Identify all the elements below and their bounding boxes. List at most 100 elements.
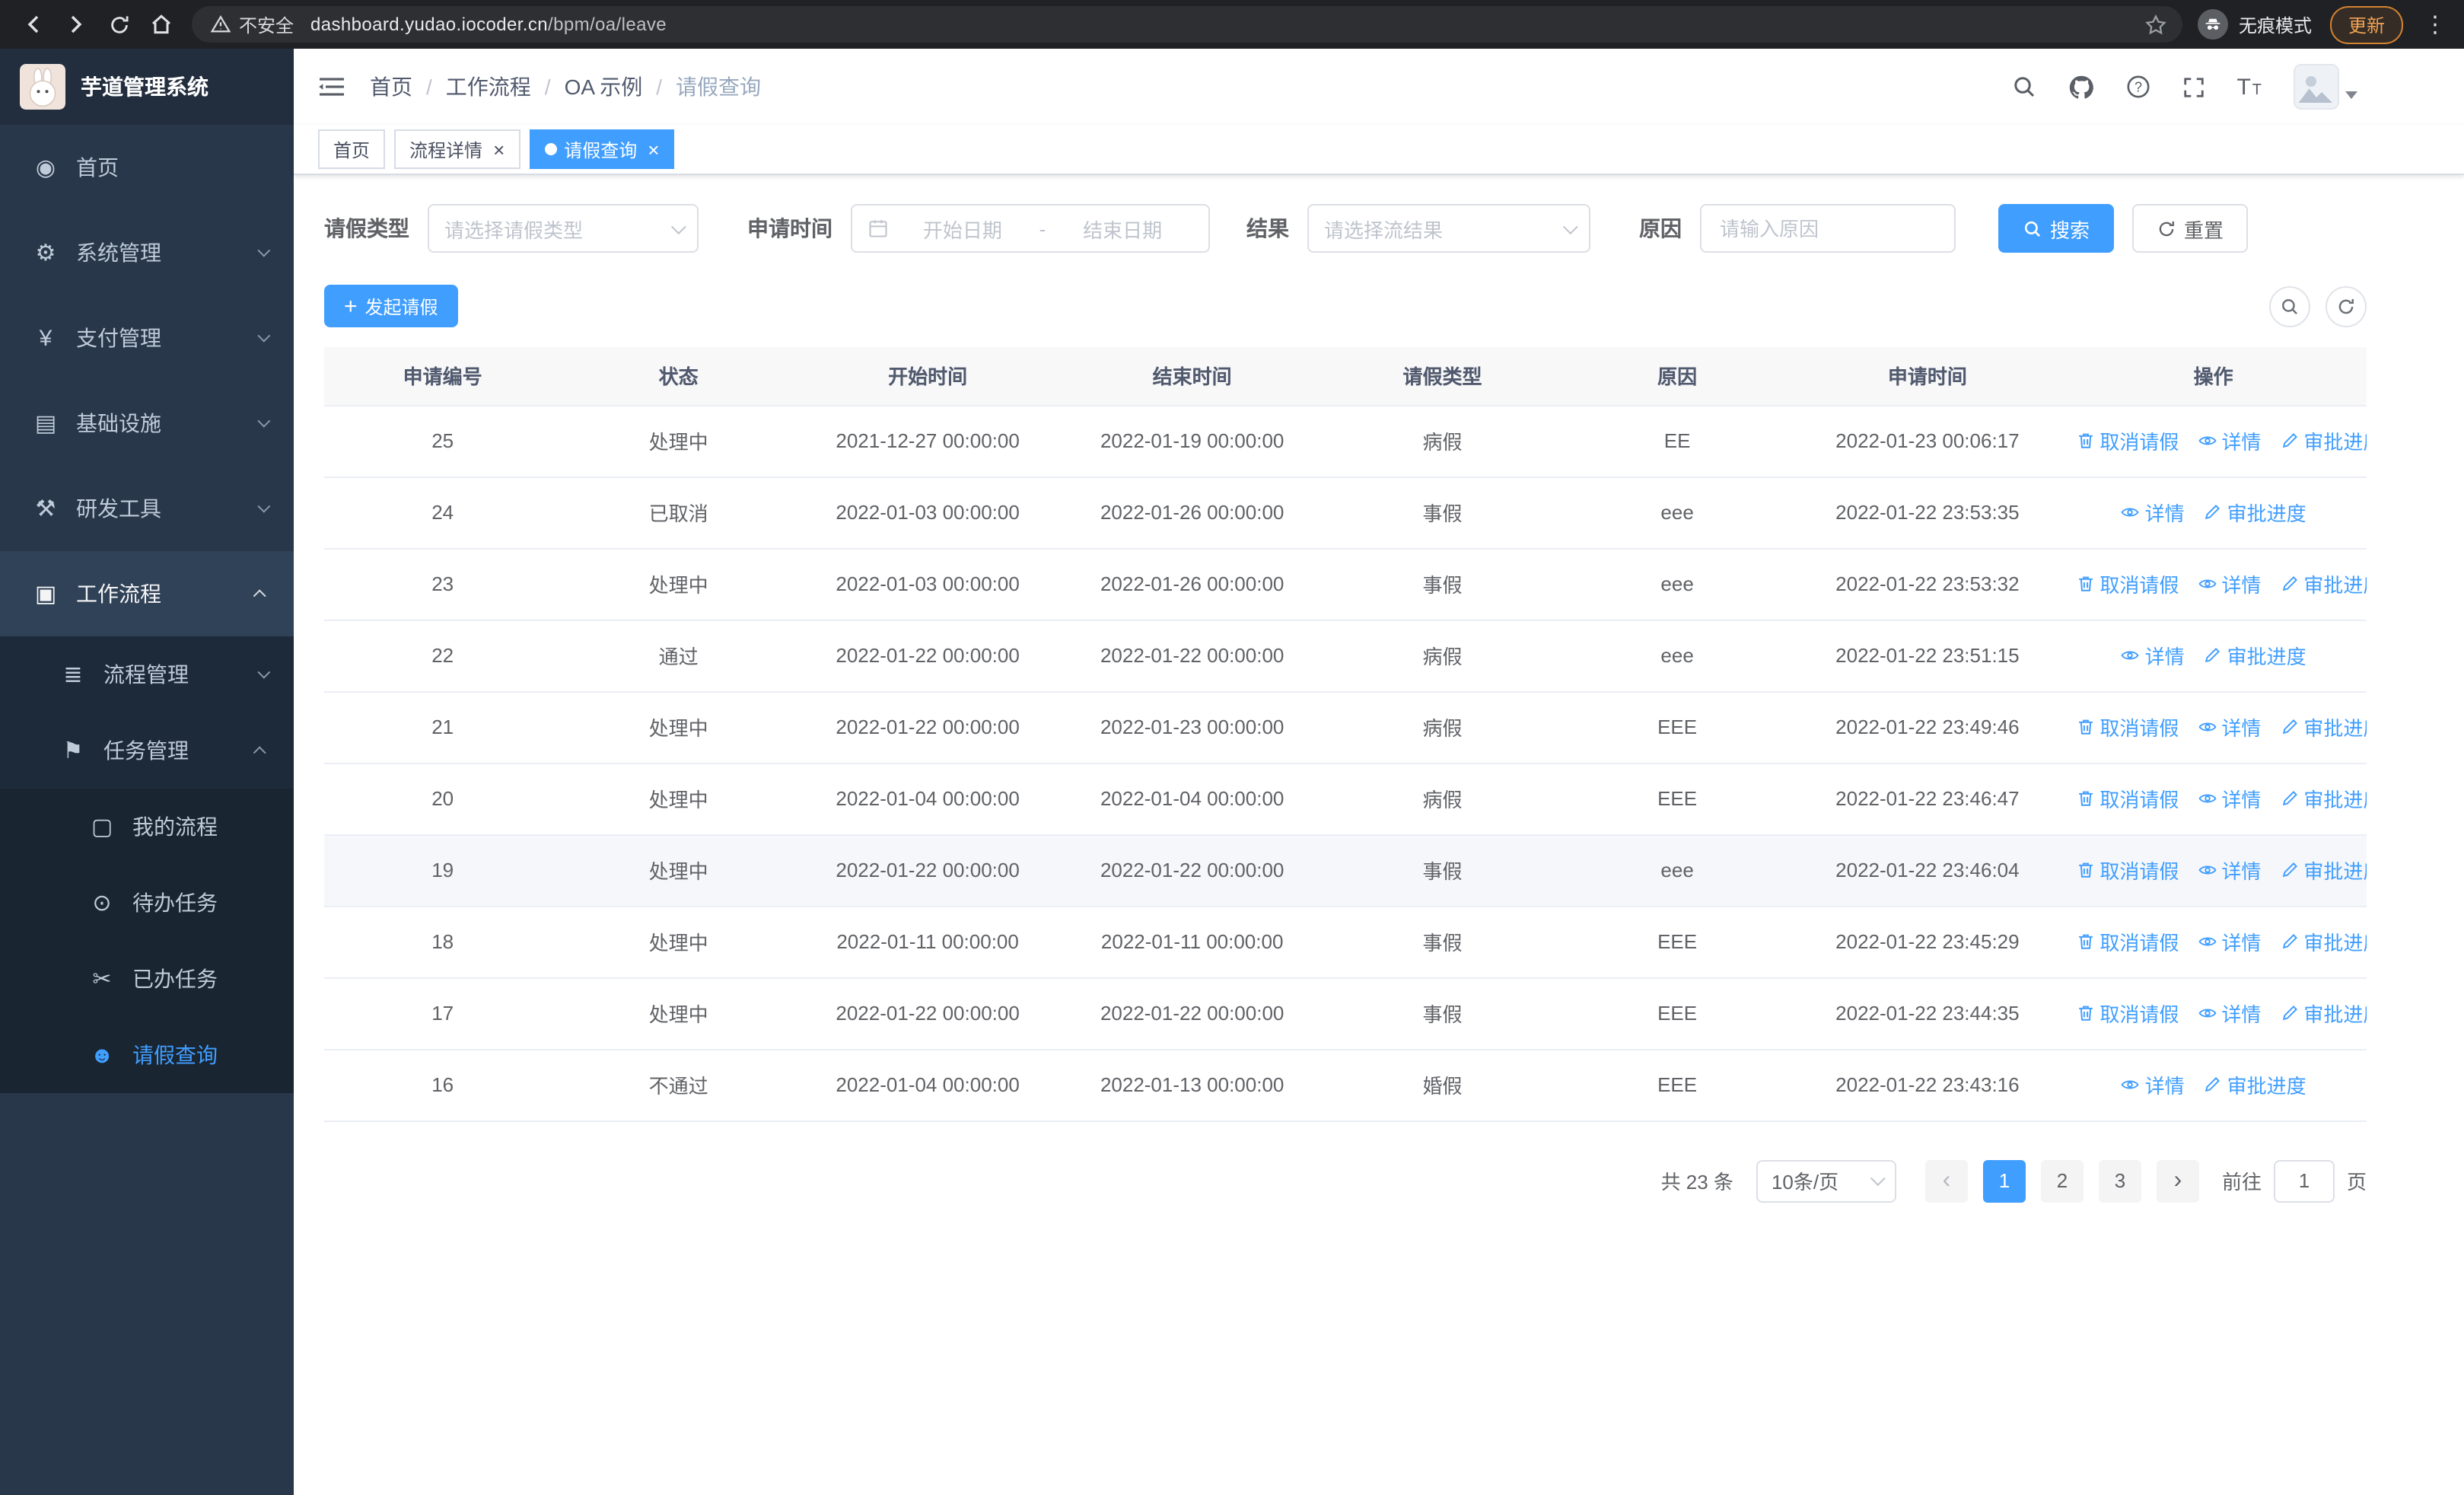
sidebar-item-label: 我的流程 <box>132 814 218 839</box>
tab-leave-query[interactable]: 请假查询 × <box>529 129 675 169</box>
op-detail-link[interactable]: 详情 <box>2197 999 2261 1028</box>
op-cancel-link[interactable]: 取消请假 <box>2075 999 2179 1028</box>
goto-prefix: 前往 <box>2221 1171 2262 1194</box>
page-content: 请假类型 请选择请假类型 申请时间 开始日期 - 结束日期 结果 请选择流结果 … <box>294 175 2464 1495</box>
github-icon[interactable] <box>2068 74 2093 100</box>
goto-page-input[interactable] <box>2273 1159 2335 1202</box>
browser-update-button[interactable]: 更新 <box>2329 5 2403 43</box>
sidebar-item-workflow[interactable]: ▣ 工作流程 <box>0 551 294 636</box>
cell-leave-type: 婚假 <box>1325 1049 1560 1121</box>
forward-icon[interactable] <box>55 3 97 46</box>
op-label: 审批进度 <box>2227 1075 2306 1098</box>
tab-process-detail[interactable]: 流程详情 × <box>394 129 520 169</box>
back-icon[interactable] <box>12 3 55 46</box>
prev-page-button[interactable]: ‹ <box>1924 1159 1968 1202</box>
op-cancel-link[interactable]: 取消请假 <box>2075 569 2179 598</box>
reason-input[interactable] <box>1717 215 1939 241</box>
result-select[interactable]: 请选择流结果 <box>1307 204 1590 253</box>
bookmark-star-icon[interactable] <box>2138 6 2175 43</box>
op-label: 详情 <box>2144 502 2185 525</box>
address-bar[interactable]: 不安全 dashboard.yudao.iocoder.cn/bpm/oa/le… <box>192 6 2182 43</box>
sidebar-item-payment[interactable]: ¥ 支付管理 <box>0 295 294 381</box>
breadcrumb-item[interactable]: OA 示例 <box>565 72 643 102</box>
tab-label: 首页 <box>333 139 371 161</box>
tab-home[interactable]: 首页 <box>318 129 386 169</box>
app-logo[interactable]: 芋道管理系统 <box>0 49 294 125</box>
sidebar-item-infrastructure[interactable]: ▤ 基础设施 <box>0 381 294 466</box>
op-detail-link[interactable]: 详情 <box>2197 784 2261 813</box>
home-icon[interactable] <box>140 3 183 46</box>
next-page-button[interactable]: › <box>2156 1159 2199 1202</box>
op-progress-link[interactable]: 审批进度 <box>2203 498 2306 527</box>
op-progress-link[interactable]: 审批进度 <box>2203 641 2306 670</box>
page-button-3[interactable]: 3 <box>2098 1159 2141 1202</box>
sidebar-item-label: 首页 <box>76 155 119 180</box>
op-cancel-link[interactable]: 取消请假 <box>2075 927 2179 956</box>
security-chip[interactable]: 不安全 <box>210 11 310 37</box>
edit-icon <box>2279 932 2299 952</box>
eye-icon <box>2121 502 2141 522</box>
op-progress-link[interactable]: 审批进度 <box>2279 927 2367 956</box>
op-progress-link[interactable]: 审批进度 <box>2279 712 2367 741</box>
fullscreen-icon[interactable] <box>2182 75 2205 98</box>
op-detail-link[interactable]: 详情 <box>2197 569 2261 598</box>
toggle-search-icon[interactable] <box>2269 285 2310 327</box>
op-detail-link[interactable]: 详情 <box>2197 856 2261 885</box>
sidebar-item-process-management[interactable]: ≣ 流程管理 <box>0 636 294 712</box>
sidebar-item-task-management[interactable]: ⚑ 任务管理 <box>0 712 294 789</box>
refresh-table-icon[interactable] <box>2326 285 2367 327</box>
op-progress-link[interactable]: 审批进度 <box>2279 999 2367 1028</box>
create-leave-button[interactable]: + 发起请假 <box>324 285 458 327</box>
sidebar-item-todo-tasks[interactable]: ⊙ 待办任务 <box>0 865 294 941</box>
sidebar-item-home[interactable]: ◉ 首页 <box>0 125 294 210</box>
leave-type-select[interactable]: 请选择请假类型 <box>428 204 699 253</box>
op-cancel-link[interactable]: 取消请假 <box>2075 784 2179 813</box>
close-icon[interactable]: × <box>493 139 505 159</box>
start-date-placeholder: 开始日期 <box>922 218 1002 241</box>
page-button-1[interactable]: 1 <box>1982 1159 2026 1202</box>
op-detail-link[interactable]: 详情 <box>2197 426 2261 455</box>
search-icon[interactable] <box>2011 75 2036 99</box>
op-detail-link[interactable]: 详情 <box>2121 641 2185 670</box>
apply-time-label: 申请时间 <box>747 216 832 241</box>
cell-end-time: 2022-01-26 00:00:00 <box>1059 548 1326 620</box>
sidebar-item-my-process[interactable]: ▢ 我的流程 <box>0 789 294 865</box>
reload-icon[interactable] <box>97 3 140 46</box>
op-cancel-link[interactable]: 取消请假 <box>2075 426 2179 455</box>
cell-start-time: 2022-01-22 00:00:00 <box>796 691 1060 763</box>
op-progress-link[interactable]: 审批进度 <box>2279 784 2367 813</box>
sidebar-item-system[interactable]: ⚙ 系统管理 <box>0 210 294 295</box>
sidebar-item-done-tasks[interactable]: ✂ 已办任务 <box>0 941 294 1017</box>
op-detail-link[interactable]: 详情 <box>2197 927 2261 956</box>
cell-apply-time: 2022-01-22 23:46:47 <box>1794 763 2061 835</box>
help-icon[interactable]: ? <box>2125 75 2150 99</box>
search-button[interactable]: 搜索 <box>1998 204 2115 253</box>
font-size-icon[interactable]: TT <box>2236 74 2262 100</box>
op-label: 审批进度 <box>2227 645 2306 668</box>
breadcrumb-item[interactable]: 首页 <box>370 72 412 102</box>
op-detail-link[interactable]: 详情 <box>2121 1070 2185 1099</box>
reset-button[interactable]: 重置 <box>2132 204 2249 253</box>
yen-icon: ¥ <box>39 325 53 351</box>
cell-apply-id: 21 <box>324 691 562 763</box>
op-detail-link[interactable]: 详情 <box>2197 712 2261 741</box>
breadcrumb-item[interactable]: 工作流程 <box>446 72 531 102</box>
page-button-2[interactable]: 2 <box>2040 1159 2084 1202</box>
sidebar-item-devtools[interactable]: ⚒ 研发工具 <box>0 466 294 551</box>
user-menu[interactable] <box>2294 64 2357 110</box>
apply-time-range-picker[interactable]: 开始日期 - 结束日期 <box>851 204 1210 253</box>
sidebar-item-leave-query[interactable]: ☻ 请假查询 <box>0 1017 294 1093</box>
op-cancel-link[interactable]: 取消请假 <box>2075 712 2179 741</box>
op-progress-link[interactable]: 审批进度 <box>2203 1070 2306 1099</box>
op-progress-link[interactable]: 审批进度 <box>2279 426 2367 455</box>
op-progress-link[interactable]: 审批进度 <box>2279 856 2367 885</box>
page-size-select[interactable]: 10条/页 <box>1756 1159 1896 1202</box>
close-icon[interactable]: × <box>648 139 659 159</box>
op-label: 取消请假 <box>2099 574 2179 597</box>
op-detail-link[interactable]: 详情 <box>2121 498 2185 527</box>
cell-reason: EEE <box>1559 763 1795 835</box>
op-cancel-link[interactable]: 取消请假 <box>2075 856 2179 885</box>
browser-menu-icon[interactable]: ⋮ <box>2418 11 2452 38</box>
op-progress-link[interactable]: 审批进度 <box>2279 569 2367 598</box>
sidebar-collapse-icon[interactable] <box>318 75 355 99</box>
